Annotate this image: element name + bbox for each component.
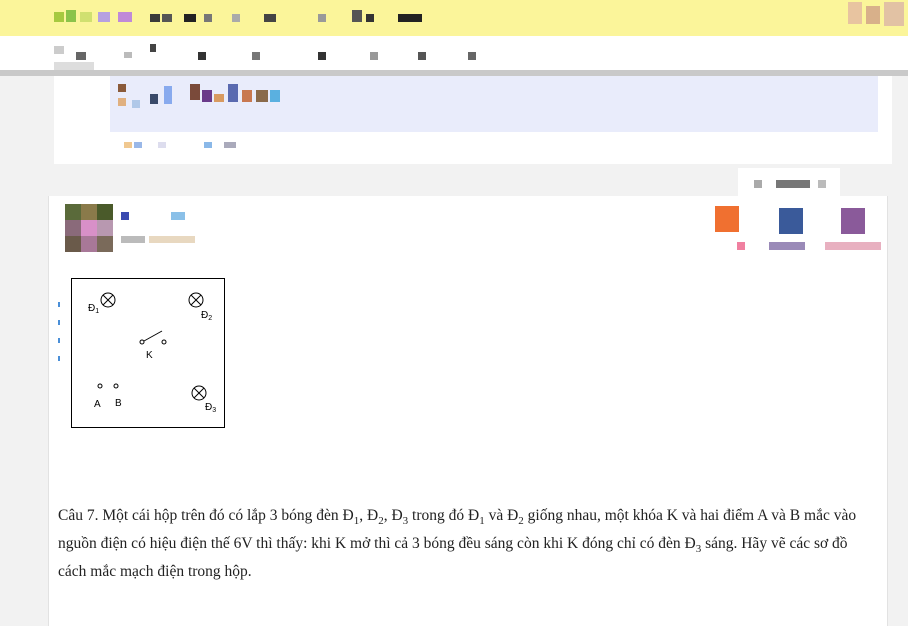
question-text: Câu 7. Một cái hộp trên đó có lắp 3 bóng… [58,502,870,586]
blurred-action-icon[interactable] [779,208,803,234]
blurred-nav-item[interactable] [232,14,240,22]
blurred-text [270,90,280,102]
blurred-action-icon[interactable] [737,242,745,250]
post-card: Đ1 Đ2 K A B Đ3 Câu 7. Một cái hộp trên đ… [48,196,888,626]
question-segment: Một cái hộp trên đó có lắp 3 bóng đèn Đ [98,507,354,524]
blurred-text [754,180,762,188]
circuit-box-figure: Đ1 Đ2 K A B Đ3 [71,278,225,428]
blurred-user-icon[interactable] [848,2,862,24]
blurred-nav-item[interactable] [204,14,212,22]
blurred-text [150,94,158,104]
blurred-logo-part [118,12,132,22]
point-b-label: B [115,398,122,409]
blurred-meta [124,142,132,148]
blurred-action-label [769,242,805,250]
blurred-meta [149,236,195,243]
selection-marker [58,320,60,325]
selection-marker [58,302,60,307]
blurred-text [818,180,826,188]
blurred-text [118,98,126,106]
blurred-breadcrumb[interactable] [318,52,326,60]
lamp-d2-label: Đ2 [201,310,212,322]
lamp-d1-label: Đ1 [88,303,99,315]
avatar-pixel [97,220,113,236]
question-segment: , Đ [359,507,379,524]
blurred-text [214,94,224,102]
lamp-d2-icon [188,292,204,308]
blurred-nav-item[interactable] [162,14,172,22]
avatar-pixel [97,204,113,220]
point-b-icon [113,383,119,389]
selection-marker [58,356,60,361]
top-header-bar [0,0,908,36]
blurred-text [776,180,810,188]
lamp-d3-label: Đ3 [205,402,216,414]
blurred-meta [204,142,212,148]
blurred-breadcrumb[interactable] [54,62,94,70]
blurred-text [190,84,200,100]
avatar-pixel [81,204,97,220]
blurred-text [256,90,268,102]
point-a-label: A [94,399,101,410]
previous-post-card [54,76,892,164]
blurred-breadcrumb[interactable] [76,52,86,60]
blurred-meta [224,142,236,148]
blurred-nav-item[interactable] [366,14,374,22]
blurred-action-icon[interactable] [841,208,865,234]
blurred-meta [134,142,142,148]
blurred-logo-part [98,12,110,22]
blurred-nav-item[interactable] [352,10,362,22]
avatar[interactable] [65,204,113,252]
blurred-action-icon[interactable] [715,206,739,232]
blurred-breadcrumb[interactable] [418,52,426,60]
blurred-nav-item[interactable] [398,14,422,22]
blurred-logo-part [80,12,92,22]
blurred-meta [158,142,166,148]
question-segment: , Đ [383,507,403,524]
question-number: Câu 7. [58,507,99,524]
blurred-nav-item[interactable] [184,14,196,22]
blurred-logo [54,12,64,22]
avatar-pixel [81,220,97,236]
blurred-breadcrumb[interactable] [468,52,476,60]
blurred-action-label [825,242,881,250]
blurred-text [164,86,172,104]
blurred-breadcrumb[interactable] [370,52,378,60]
avatar-pixel [97,236,113,252]
selection-marker [58,338,60,343]
blurred-nav-item[interactable] [150,14,160,22]
lamp-d1-icon [100,292,116,308]
blurred-text [228,84,238,102]
sub-header-bar [0,36,908,70]
avatar-pixel [65,220,81,236]
blurred-username[interactable] [171,212,185,220]
question-segment: trong đó Đ [408,507,480,524]
blurred-breadcrumb[interactable] [198,52,206,60]
blurred-breadcrumb[interactable] [54,46,64,54]
lamp-d3-icon [191,385,207,401]
avatar-pixel [65,236,81,252]
blurred-user-icon[interactable] [866,6,880,24]
blurred-breadcrumb[interactable] [252,52,260,60]
blurred-text [118,84,126,92]
blurred-user-icon[interactable] [884,2,904,26]
blurred-breadcrumb[interactable] [124,52,132,58]
blurred-meta [121,236,145,243]
point-a-icon [97,383,103,389]
avatar-pixel [81,236,97,252]
previous-post-highlight [110,76,878,132]
question-segment: và Đ [484,507,519,524]
blurred-breadcrumb[interactable] [150,44,156,52]
blurred-username[interactable] [121,212,129,220]
blurred-text [202,90,212,102]
avatar-pixel [65,204,81,220]
blurred-text [242,90,252,102]
circuit-diagram: Đ1 Đ2 K A B Đ3 [88,292,216,414]
switch-k-label: K [146,350,153,361]
blurred-logo-part [66,10,76,22]
blurred-nav-item[interactable] [264,14,276,22]
blurred-nav-item[interactable] [318,14,326,22]
blurred-text [132,100,140,108]
switch-k-icon [139,330,167,345]
